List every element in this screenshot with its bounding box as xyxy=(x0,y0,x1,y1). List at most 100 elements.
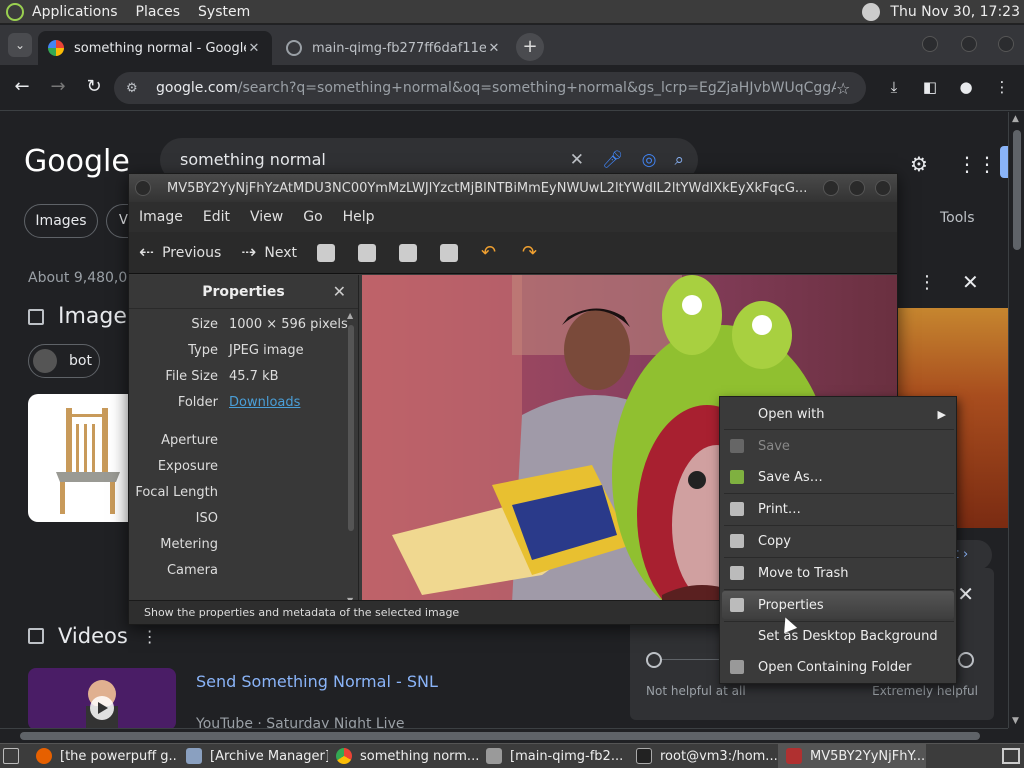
image-menu[interactable]: Image xyxy=(139,209,183,225)
properties-scrollbar[interactable]: ▲ ▼ xyxy=(346,311,356,605)
google-logo[interactable]: Google xyxy=(24,144,130,179)
images-section-heading: Images xyxy=(28,304,138,329)
view-menu[interactable]: View xyxy=(250,209,283,225)
close-tab-icon[interactable]: ✕ xyxy=(486,41,502,56)
rotate-left-icon[interactable]: ↶ xyxy=(481,243,499,262)
scrollbar-thumb[interactable] xyxy=(1013,130,1021,250)
page-vertical-scrollbar[interactable]: ▲ ▼ xyxy=(1008,112,1024,728)
google-favicon-icon xyxy=(48,40,64,56)
menu-label: Save xyxy=(758,438,790,454)
new-tab-plus-icon[interactable]: + xyxy=(516,33,544,61)
videos-more-icon[interactable]: ⋮ xyxy=(142,627,158,646)
bot-suggestion-chip[interactable]: bot xyxy=(28,344,100,378)
task-archive-manager[interactable]: [Archive Manager] xyxy=(178,744,328,768)
zoom-out-icon[interactable] xyxy=(357,243,376,262)
previous-button[interactable]: ⇠ Previous xyxy=(139,242,221,263)
hscrollbar-thumb[interactable] xyxy=(20,732,980,740)
address-bar[interactable]: ⚙ google.com/search?q=something+normal&o… xyxy=(114,72,866,104)
places-menu[interactable]: Places xyxy=(136,4,181,20)
viewer-toolbar: ⇠ Previous ⇢ Next ↶ ↷ xyxy=(129,232,897,274)
help-menu[interactable]: Help xyxy=(343,209,375,225)
normal-size-icon[interactable] xyxy=(398,243,417,262)
menu-open-containing-folder[interactable]: Open Containing Folder xyxy=(722,653,954,681)
feedback-low-label: Not helpful at all xyxy=(646,684,746,698)
window-maximize-icon[interactable] xyxy=(961,36,977,52)
tab-search-chevron-icon[interactable]: ⌄ xyxy=(8,33,32,57)
save-icon xyxy=(730,439,744,453)
menu-copy[interactable]: Copy xyxy=(722,527,954,555)
preview-more-icon[interactable]: ⋮ xyxy=(918,272,936,293)
back-arrow-icon[interactable]: ← xyxy=(10,75,34,99)
menu-move-to-trash[interactable]: Move to Trash xyxy=(722,559,954,587)
folder-link[interactable]: Downloads xyxy=(229,395,300,410)
next-button[interactable]: ⇢ Next xyxy=(241,242,297,263)
feedback-close-icon[interactable]: ✕ xyxy=(957,582,974,606)
task-firefox[interactable]: [the powerpuff g... xyxy=(28,744,178,768)
scroll-down-arrow-icon[interactable]: ▼ xyxy=(1012,716,1019,726)
workspace-switcher-icon[interactable] xyxy=(1002,748,1020,764)
menu-separator xyxy=(724,493,954,494)
folder-icon xyxy=(730,660,744,674)
edit-menu[interactable]: Edit xyxy=(203,209,230,225)
tab-main-qimg[interactable]: main-qimg-fb277ff6daf11e7 ✕ xyxy=(276,31,512,65)
chrome-menu-icon[interactable]: ⋮ xyxy=(992,77,1012,97)
address-url[interactable]: google.com/search?q=something+normal&oq=… xyxy=(156,80,836,96)
top-panel: Applications Places System Thu Nov 30, 1… xyxy=(0,0,1024,24)
viewer-close-icon[interactable] xyxy=(875,180,891,196)
menu-save-as[interactable]: Save As… xyxy=(722,463,954,491)
menu-open-with[interactable]: Open with ▶ xyxy=(722,400,954,428)
previous-arrow-icon: ⇠ xyxy=(139,242,155,263)
page-horizontal-scrollbar[interactable] xyxy=(0,728,1008,742)
profile-icon[interactable]: ● xyxy=(956,77,976,97)
side-panel-icon[interactable]: ◧ xyxy=(920,77,940,97)
task-image[interactable]: [main-qimg-fb2... xyxy=(478,744,628,768)
video-thumbnail[interactable] xyxy=(28,668,176,728)
video-result-title[interactable]: Send Something Normal - SNL xyxy=(196,672,438,691)
window-minimize-icon[interactable] xyxy=(922,36,938,52)
menu-set-desktop-background[interactable]: Set as Desktop Background xyxy=(722,622,954,650)
prop-key-camera: Camera xyxy=(166,563,218,578)
system-menu[interactable]: System xyxy=(198,4,250,20)
download-icon[interactable]: ⤓ xyxy=(884,77,904,97)
close-tab-icon[interactable]: ✕ xyxy=(246,41,262,56)
tools-button[interactable]: Tools xyxy=(940,210,975,226)
apps-grid-icon[interactable]: ⋮⋮ xyxy=(957,152,997,176)
bookmark-star-icon[interactable]: ☆ xyxy=(836,79,854,98)
tab-google-search[interactable]: something normal - Google ✕ xyxy=(38,31,272,65)
show-desktop-icon[interactable] xyxy=(3,748,19,764)
volume-icon[interactable] xyxy=(862,2,881,21)
menu-save[interactable]: Save xyxy=(722,432,954,460)
task-image-viewer[interactable]: MV5BY2YyNjFhY... xyxy=(778,743,926,768)
window-close-icon[interactable] xyxy=(998,36,1014,52)
menu-print[interactable]: Print… xyxy=(722,495,954,523)
settings-gear-icon[interactable]: ⚙ xyxy=(910,152,928,176)
distro-logo-icon[interactable] xyxy=(6,2,24,21)
menu-properties[interactable]: Properties xyxy=(722,591,954,619)
viewer-titlebar[interactable]: MV5BY2YyNjFhYzAtMDU3NC00YmMzLWJlYzctMjBl… xyxy=(129,174,897,202)
next-arrow-icon: ⇢ xyxy=(241,242,257,263)
go-menu[interactable]: Go xyxy=(303,209,322,225)
preview-close-icon[interactable]: ✕ xyxy=(962,270,979,294)
best-fit-icon[interactable] xyxy=(439,243,458,262)
props-scroll-thumb[interactable] xyxy=(348,325,354,531)
images-filter-chip[interactable]: Images xyxy=(24,204,98,238)
side-blue-tab[interactable] xyxy=(1000,146,1008,178)
applications-menu[interactable]: Applications xyxy=(32,4,118,20)
panel-clock[interactable]: Thu Nov 30, 17:23 xyxy=(890,4,1020,20)
reload-icon[interactable]: ↻ xyxy=(82,75,106,99)
task-chrome[interactable]: something norm... xyxy=(328,744,478,768)
task-terminal[interactable]: root@vm3:/hom... xyxy=(628,744,778,768)
forward-arrow-icon[interactable]: → xyxy=(46,75,70,99)
site-info-icon[interactable]: ⚙ xyxy=(126,81,142,96)
feedback-high-radio[interactable] xyxy=(958,652,974,668)
zoom-in-icon[interactable] xyxy=(316,243,335,262)
props-scroll-up-icon[interactable]: ▲ xyxy=(347,311,353,320)
close-sidebar-icon[interactable]: ✕ xyxy=(333,275,346,309)
rotate-right-icon[interactable]: ↷ xyxy=(522,243,540,262)
window-menu-icon[interactable] xyxy=(135,180,151,196)
scroll-up-arrow-icon[interactable]: ▲ xyxy=(1012,114,1019,124)
viewer-maximize-icon[interactable] xyxy=(849,180,865,196)
chrome-icon xyxy=(336,748,352,764)
feedback-low-radio[interactable] xyxy=(646,652,662,668)
viewer-minimize-icon[interactable] xyxy=(823,180,839,196)
